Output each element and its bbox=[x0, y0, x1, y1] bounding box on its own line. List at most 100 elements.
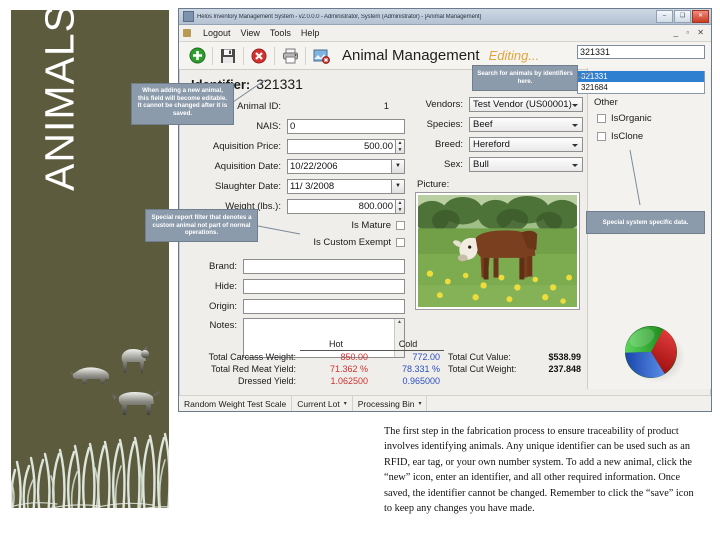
field-label: Vendors: bbox=[425, 99, 464, 110]
field-vendors: Vendors: Test Vendor (US00001) bbox=[411, 96, 583, 113]
stat-cold-value: 78.331 % bbox=[401, 364, 440, 374]
menu-item-view[interactable]: View bbox=[241, 28, 260, 38]
body-paragraph: The first step in the fabrication proces… bbox=[384, 426, 694, 515]
edit-status-label: Editing... bbox=[488, 48, 540, 63]
chevron-down-icon[interactable]: ▾ bbox=[344, 400, 347, 407]
column-header-cold: Cold bbox=[372, 338, 444, 351]
search-result-item[interactable]: 321331 bbox=[578, 71, 704, 82]
option-label: IsOrganic bbox=[611, 113, 652, 124]
rgb-orb-logo bbox=[615, 321, 691, 385]
minimize-button[interactable]: – bbox=[656, 10, 673, 23]
notes-label: Notes: bbox=[209, 320, 237, 331]
search-container: 321331 bbox=[577, 45, 705, 59]
field-label: Origin: bbox=[209, 301, 237, 312]
field-label: Slaughter Date: bbox=[214, 181, 281, 192]
slaughter-date-input[interactable]: 11/ 3/2008 bbox=[287, 179, 392, 194]
search-results-list[interactable]: 321331 321684 bbox=[577, 71, 705, 94]
table-row: Total Red Meat Yield: 71.362 % 78.331 % … bbox=[185, 363, 585, 375]
checkbox-label: Is Custom Exempt bbox=[313, 237, 391, 248]
stats-table: Hot Cold Total Carcass Weight: 850.00 77… bbox=[185, 338, 585, 387]
scale-label: Random Weight Test Scale bbox=[184, 398, 287, 409]
field-label: Brand: bbox=[209, 261, 237, 272]
field-label: Sex: bbox=[443, 159, 463, 170]
other-section-title: Other bbox=[594, 97, 618, 108]
status-processing-bin[interactable]: Processing Bin ▾ bbox=[353, 396, 428, 411]
callout-other: Special system specific data. bbox=[586, 211, 705, 234]
is-clone-checkbox[interactable] bbox=[597, 132, 606, 141]
lot-label: Current Lot bbox=[297, 398, 340, 409]
delete-record-button[interactable] bbox=[246, 44, 272, 68]
field-hide: Hide: bbox=[185, 278, 405, 295]
window-titlebar: Helos Inventory Management System - v2.0… bbox=[179, 9, 711, 25]
sex-select[interactable]: Bull bbox=[469, 157, 583, 172]
menu-item-tools[interactable]: Tools bbox=[270, 28, 291, 38]
home-icon bbox=[183, 29, 191, 37]
option-is-clone[interactable]: IsClone bbox=[597, 131, 707, 142]
price-spinner[interactable]: ▲ ▼ bbox=[396, 139, 405, 154]
origin-input[interactable] bbox=[243, 299, 405, 314]
print-button[interactable] bbox=[277, 44, 303, 68]
field-label: Hide: bbox=[214, 281, 237, 292]
new-record-button[interactable] bbox=[184, 44, 210, 68]
field-slaughter-date: Slaughter Date: 11/ 3/2008 ▼ bbox=[185, 178, 405, 195]
menu-item-help[interactable]: Help bbox=[301, 28, 320, 38]
chevron-down-icon[interactable]: ▾ bbox=[418, 400, 421, 407]
calendar-icon[interactable]: ▼ bbox=[392, 159, 405, 174]
search-result-item[interactable]: 321684 bbox=[578, 82, 704, 93]
toolbar-separator bbox=[243, 46, 244, 65]
delete-image-button[interactable] bbox=[308, 44, 334, 68]
species-select[interactable]: Beef bbox=[469, 117, 583, 132]
total-value: 237.848 bbox=[548, 364, 581, 374]
save-record-button[interactable] bbox=[215, 44, 241, 68]
menu-bar: Logout View Tools Help _ ▫ ✕ bbox=[179, 25, 711, 42]
mdi-window-controls[interactable]: _ ▫ ✕ bbox=[674, 28, 707, 37]
field-label: Aquisition Price: bbox=[212, 141, 281, 152]
breed-select[interactable]: Hereford bbox=[469, 137, 583, 152]
brand-input[interactable] bbox=[243, 259, 405, 274]
window-title: Helos Inventory Management System - v2.0… bbox=[197, 13, 482, 20]
stat-hot-value: 850.00 bbox=[340, 352, 368, 362]
option-is-organic[interactable]: IsOrganic bbox=[597, 113, 707, 124]
animal-picture-frame[interactable] bbox=[415, 192, 580, 310]
weight-spinner[interactable]: ▲ ▼ bbox=[396, 199, 405, 214]
app-icon bbox=[183, 11, 194, 22]
bin-label: Processing Bin bbox=[357, 398, 415, 409]
status-current-lot[interactable]: Current Lot ▾ bbox=[292, 396, 353, 411]
toolbar-separator bbox=[212, 46, 213, 65]
maximize-button[interactable]: ❑ bbox=[674, 10, 691, 23]
status-bar: Random Weight Test Scale Current Lot ▾ P… bbox=[179, 395, 711, 411]
identifier-value: 321331 bbox=[256, 76, 303, 92]
table-row: Dressed Yield: 1.062500 0.965000 bbox=[185, 375, 585, 387]
application-window: Helos Inventory Management System - v2.0… bbox=[178, 8, 712, 412]
window-controls: – ❑ ✕ bbox=[656, 10, 709, 23]
sheep-silhouette bbox=[121, 346, 149, 373]
aquisition-price-input[interactable]: 500.00 bbox=[287, 139, 396, 154]
field-label: Species: bbox=[426, 119, 463, 130]
field-label: Aquisition Date: bbox=[214, 161, 281, 172]
pig-silhouette bbox=[70, 367, 109, 384]
field-breed: Breed: Hereford bbox=[411, 136, 583, 153]
field-label: Breed: bbox=[435, 139, 463, 150]
is-mature-checkbox[interactable] bbox=[396, 221, 405, 230]
search-input[interactable]: 321331 bbox=[577, 45, 705, 59]
search-results-container: 321331 321684 bbox=[577, 71, 705, 94]
is-organic-checkbox[interactable] bbox=[597, 114, 606, 123]
nais-input[interactable]: 0 bbox=[287, 119, 405, 134]
callout-identifier: When adding a new animal, this field wil… bbox=[131, 83, 234, 125]
callout-custom-exempt: Special report filter that denotes a cus… bbox=[145, 209, 258, 242]
animal-photo bbox=[418, 195, 577, 307]
weight-input[interactable]: 800.000 bbox=[287, 199, 396, 214]
menu-item-logout[interactable]: Logout bbox=[203, 28, 231, 38]
aquisition-date-input[interactable]: 10/22/2006 bbox=[287, 159, 392, 174]
close-button[interactable]: ✕ bbox=[692, 10, 709, 23]
hide-input[interactable] bbox=[243, 279, 405, 294]
field-aquisition-price: Aquisition Price: 500.00 ▲ ▼ bbox=[185, 138, 405, 155]
grass-illustration bbox=[11, 432, 169, 508]
vendors-select[interactable]: Test Vendor (US00001) bbox=[469, 97, 583, 112]
calendar-icon[interactable]: ▼ bbox=[392, 179, 405, 194]
stat-cold-value: 772.00 bbox=[412, 352, 440, 362]
stat-cold-value: 0.965000 bbox=[402, 376, 440, 386]
yield-statistics: Hot Cold Total Carcass Weight: 850.00 77… bbox=[185, 338, 585, 387]
is-custom-exempt-checkbox[interactable] bbox=[396, 238, 405, 247]
screen-title: Animal Management bbox=[342, 47, 480, 64]
